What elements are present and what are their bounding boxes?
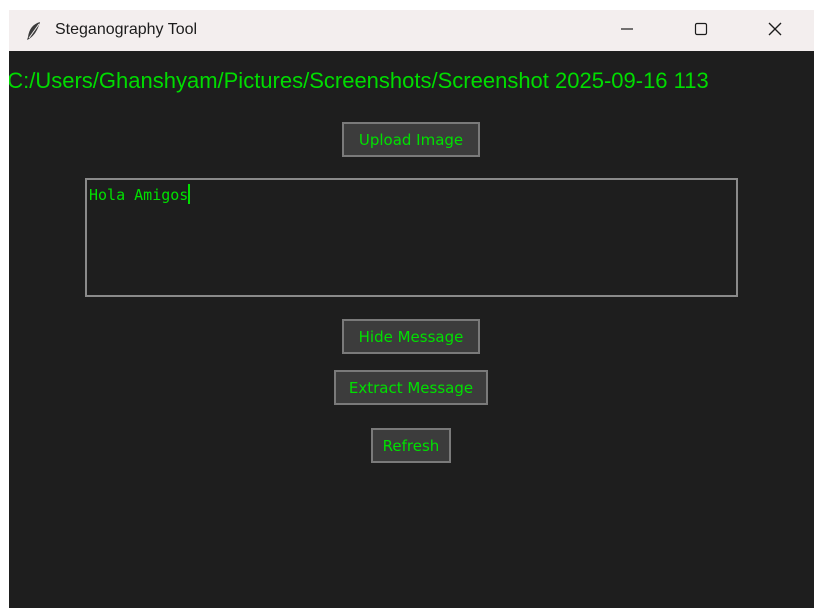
title-bar[interactable]: Steganography Tool	[9, 10, 814, 51]
minimize-icon	[619, 21, 635, 41]
upload-image-button[interactable]: Upload Image	[342, 122, 480, 157]
app-window: Steganography Tool : C:/Users/Ghanshyam/…	[9, 10, 814, 608]
text-caret	[188, 184, 191, 204]
file-path-label: : C:/Users/Ghanshyam/Pictures/Screenshot…	[9, 68, 709, 93]
message-text: Hola Amigos	[89, 186, 189, 204]
close-button[interactable]	[738, 10, 812, 51]
refresh-button[interactable]: Refresh	[371, 428, 451, 463]
main-content: : C:/Users/Ghanshyam/Pictures/Screenshot…	[9, 51, 814, 608]
hide-message-button[interactable]: Hide Message	[342, 319, 480, 354]
message-textarea[interactable]: Hola Amigos	[85, 178, 738, 297]
extract-message-button[interactable]: Extract Message	[334, 370, 488, 405]
window-title: Steganography Tool	[55, 21, 198, 38]
feather-icon	[23, 20, 45, 42]
minimize-button[interactable]	[590, 10, 664, 51]
close-icon	[767, 21, 783, 41]
maximize-button[interactable]	[664, 10, 738, 51]
maximize-icon	[693, 21, 709, 41]
